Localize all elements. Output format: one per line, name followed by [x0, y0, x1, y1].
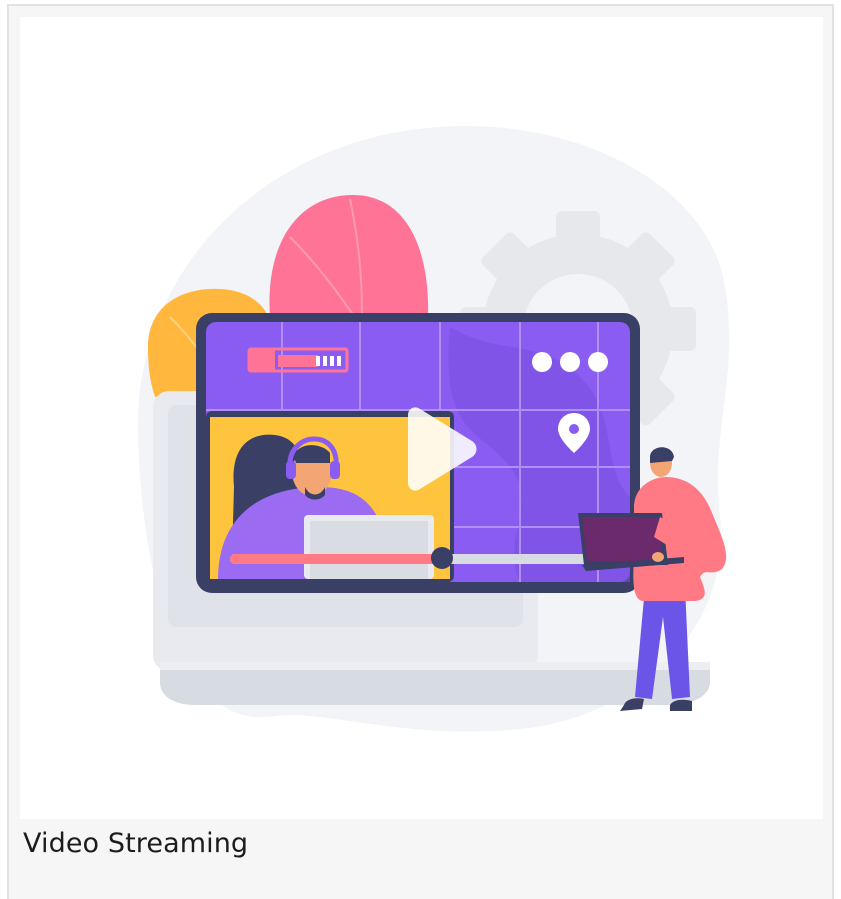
image-card[interactable]: Video Streaming	[7, 4, 834, 899]
image-caption: Video Streaming	[23, 828, 249, 859]
more-dots-icon	[532, 352, 608, 372]
video-streaming-illustration	[20, 17, 823, 819]
